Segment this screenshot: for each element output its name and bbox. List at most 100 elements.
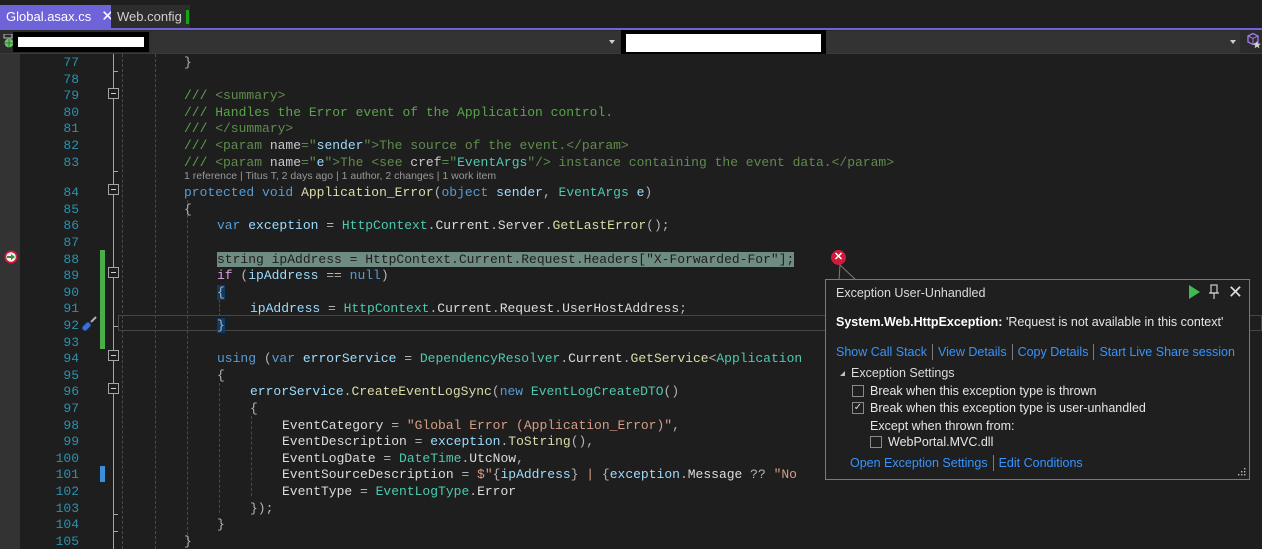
copy-details-link[interactable]: Copy Details bbox=[1018, 345, 1089, 359]
code-token: EventArgs bbox=[558, 185, 629, 201]
code-line[interactable]: 81 /// </summary> bbox=[0, 121, 1262, 138]
chevron-down-icon[interactable] bbox=[609, 40, 615, 44]
code-token: ) bbox=[644, 185, 653, 201]
separator bbox=[1093, 344, 1095, 360]
code-token: object bbox=[441, 185, 489, 201]
code-token: >The <see bbox=[332, 154, 411, 170]
code-text: var exception = HttpContext.Current.Serv… bbox=[217, 218, 670, 235]
code-line[interactable]: 105} bbox=[0, 534, 1262, 549]
project-combo[interactable] bbox=[150, 31, 620, 53]
close-icon[interactable]: ✕ bbox=[1228, 283, 1243, 301]
code-token: = bbox=[406, 434, 431, 450]
code-token: Application bbox=[716, 351, 803, 367]
break-when-thrown-checkbox[interactable] bbox=[852, 385, 864, 397]
code-line[interactable]: 82 /// <param name="sender">The source of… bbox=[0, 138, 1262, 155]
break-when-thrown-option[interactable]: Break when this exception type is thrown bbox=[852, 384, 1097, 398]
tab-global-asax-cs[interactable]: Global.asax.cs ✕ bbox=[0, 5, 114, 28]
code-token: name bbox=[269, 138, 302, 153]
separator bbox=[992, 455, 994, 471]
code-line[interactable]: 84 protected void Application_Error(objec… bbox=[0, 185, 1262, 202]
code-token: cref bbox=[410, 154, 442, 170]
separator bbox=[932, 344, 934, 360]
error-icon[interactable]: ✕ bbox=[831, 250, 846, 265]
navigation-bar bbox=[0, 30, 1262, 56]
chevron-down-icon[interactable] bbox=[1230, 40, 1236, 44]
start-live-share-link[interactable]: Start Live Share session bbox=[1099, 345, 1235, 359]
code-token: $" bbox=[477, 467, 493, 483]
resize-grip-icon[interactable] bbox=[1237, 467, 1246, 476]
code-token: == bbox=[318, 268, 350, 284]
solution-explorer-icon[interactable] bbox=[1244, 32, 1262, 50]
code-text: /// <summary> bbox=[184, 88, 285, 105]
code-token: /// bbox=[184, 138, 208, 153]
code-token: var bbox=[271, 351, 296, 367]
code-line[interactable]: 88 string ipAddress = HttpContext.Current… bbox=[0, 251, 1262, 269]
except-module-option[interactable]: WebPortal.MVC.dll bbox=[870, 435, 993, 449]
code-line[interactable]: 86 var exception = HttpContext.Current.Se… bbox=[0, 218, 1262, 235]
except-module-checkbox[interactable] bbox=[870, 436, 882, 448]
redacted-project-name bbox=[13, 32, 149, 52]
code-token: } bbox=[184, 533, 192, 549]
exception-helper-popup: Exception User-Unhandled ✕ System.Web.Ht… bbox=[825, 279, 1250, 480]
code-token: var bbox=[217, 218, 241, 234]
code-line[interactable]: 78 bbox=[0, 72, 1262, 89]
break-when-user-unhandled-checkbox[interactable]: ✓ bbox=[852, 402, 864, 414]
edit-conditions-link[interactable]: Edit Conditions bbox=[999, 456, 1083, 470]
popup-title: Exception User-Unhandled bbox=[836, 286, 986, 300]
line-number: 90 bbox=[63, 284, 79, 300]
code-text: } bbox=[184, 534, 192, 549]
continue-play-icon[interactable] bbox=[1188, 285, 1200, 299]
redacted-type-name bbox=[621, 30, 826, 56]
option-label: Break when this exception type is thrown bbox=[870, 384, 1097, 398]
tab-web-config[interactable]: Web.config bbox=[111, 5, 190, 28]
code-line[interactable]: 79 /// <summary> bbox=[0, 88, 1262, 105]
code-token: , bbox=[672, 417, 680, 433]
code-token: . bbox=[622, 351, 631, 367]
line-number: 89 bbox=[63, 268, 79, 284]
line-number: 87 bbox=[63, 235, 79, 250]
line-number: 77 bbox=[63, 55, 79, 70]
code-line[interactable]: 85 { bbox=[0, 202, 1262, 219]
code-token: = bbox=[383, 417, 407, 433]
code-line[interactable]: 80 /// Handles the Error event of the App… bbox=[0, 105, 1262, 122]
line-number: 88 bbox=[63, 251, 79, 267]
line-number: 94 bbox=[63, 351, 79, 367]
code-line[interactable]: 103}); bbox=[0, 501, 1262, 518]
code-token: , bbox=[516, 450, 524, 466]
open-exception-settings-link[interactable]: Open Exception Settings bbox=[850, 456, 988, 470]
code-text: } bbox=[184, 55, 192, 72]
show-call-stack-link[interactable]: Show Call Stack bbox=[836, 345, 927, 359]
pin-icon[interactable] bbox=[1208, 284, 1220, 300]
break-when-user-unhandled-option[interactable]: ✓ Break when this exception type is user… bbox=[852, 401, 1146, 415]
code-line[interactable]: 87 bbox=[0, 235, 1262, 252]
code-token: = bbox=[375, 450, 400, 466]
line-number: 82 bbox=[63, 138, 79, 153]
code-token: =" bbox=[301, 154, 317, 170]
code-token: Request bbox=[499, 301, 555, 317]
code-token: Server bbox=[497, 218, 545, 234]
code-token: EventLogCreateDTO bbox=[530, 384, 664, 400]
code-token: () bbox=[663, 384, 680, 400]
code-token: /// bbox=[184, 154, 208, 170]
expanded-triangle-icon[interactable] bbox=[840, 370, 845, 376]
code-line[interactable]: 104} bbox=[0, 517, 1262, 534]
code-token: " bbox=[527, 154, 536, 170]
codelens-info[interactable]: 1 reference | Titus T, 2 days ago | 1 au… bbox=[184, 169, 496, 183]
code-text: /// <param name="sender">The source of t… bbox=[184, 138, 629, 155]
code-text: if (ipAddress == null) bbox=[217, 268, 389, 285]
code-text: ipAddress = HttpContext.Current.Request.… bbox=[250, 301, 687, 318]
code-text: { bbox=[217, 284, 225, 302]
code-line[interactable]: 77} bbox=[0, 55, 1262, 72]
view-details-link[interactable]: View Details bbox=[938, 345, 1007, 359]
member-combo[interactable] bbox=[826, 31, 1240, 53]
code-line[interactable]: 102 EventType = EventLogType.Error bbox=[0, 484, 1262, 501]
exception-settings-expander[interactable]: Exception Settings bbox=[840, 366, 955, 380]
line-number: 79 bbox=[63, 88, 79, 104]
code-token: Message bbox=[687, 467, 743, 483]
code-token: UtcNow bbox=[469, 450, 517, 466]
code-token: EventArgs bbox=[457, 154, 528, 170]
code-token: Application_Error bbox=[301, 185, 434, 201]
